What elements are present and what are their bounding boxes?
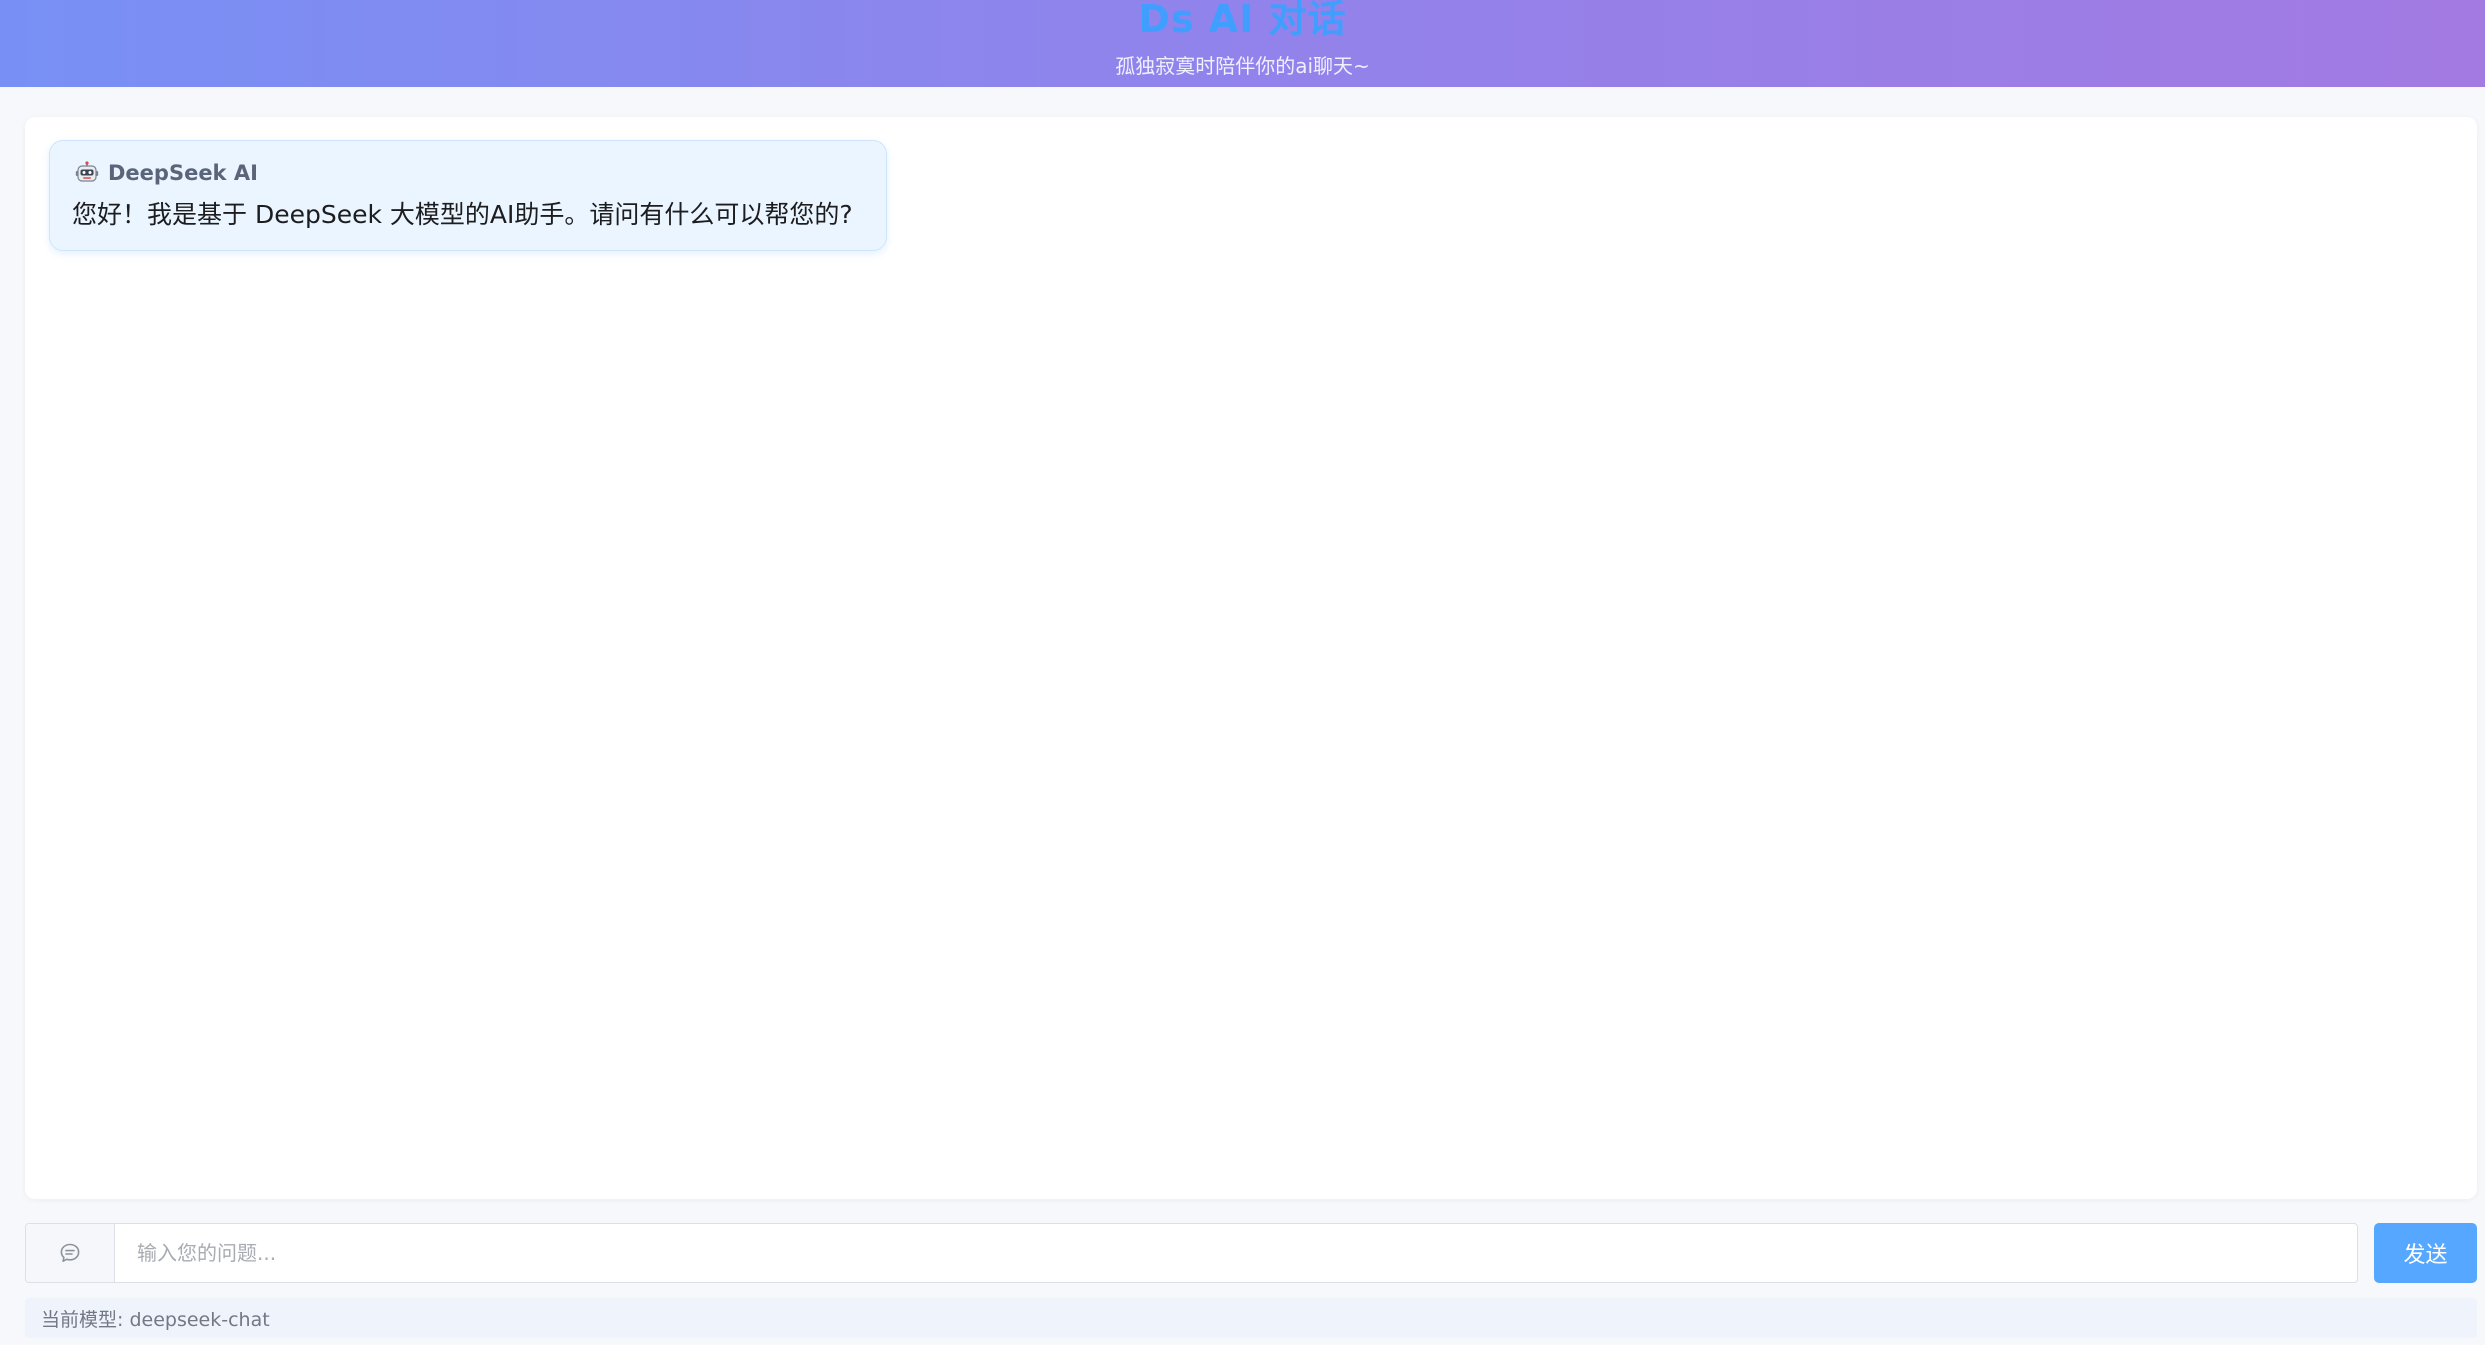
send-button[interactable]: 发送 [2374, 1223, 2477, 1283]
robot-icon [75, 161, 99, 185]
message-input[interactable] [115, 1224, 2357, 1282]
message-composer: 发送 [25, 1223, 2477, 1283]
current-model-label: 当前模型: deepseek-chat [41, 1308, 270, 1331]
ai-message-bubble: DeepSeek AI 您好！我是基于 DeepSeek 大模型的AI助手。请问… [49, 140, 887, 251]
message-sender-row: DeepSeek AI [75, 158, 258, 188]
chat-bubble-icon [26, 1224, 115, 1282]
message-text: 您好！我是基于 DeepSeek 大模型的AI助手。请问有什么可以帮您的? [72, 200, 853, 229]
message-sender-name: DeepSeek AI [108, 161, 258, 185]
model-status-bar: 当前模型: deepseek-chat [25, 1298, 2477, 1338]
app-header: Ds AI 对话 孤独寂寞时陪伴你的ai聊天~ [0, 0, 2485, 87]
message-input-group [25, 1223, 2358, 1283]
page-title: Ds AI 对话 [1138, 0, 1347, 41]
page-subtitle: 孤独寂寞时陪伴你的ai聊天~ [1115, 54, 1370, 78]
chat-message-panel[interactable]: DeepSeek AI 您好！我是基于 DeepSeek 大模型的AI助手。请问… [25, 117, 2477, 1199]
